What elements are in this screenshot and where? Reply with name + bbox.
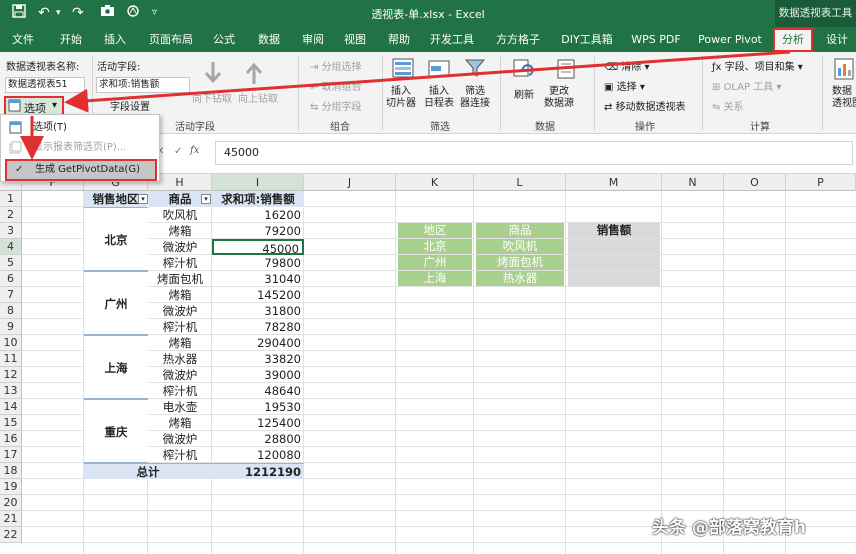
watermark: 头条 @部落窝教育h (652, 518, 807, 538)
annotation-arrows (20, 50, 791, 160)
